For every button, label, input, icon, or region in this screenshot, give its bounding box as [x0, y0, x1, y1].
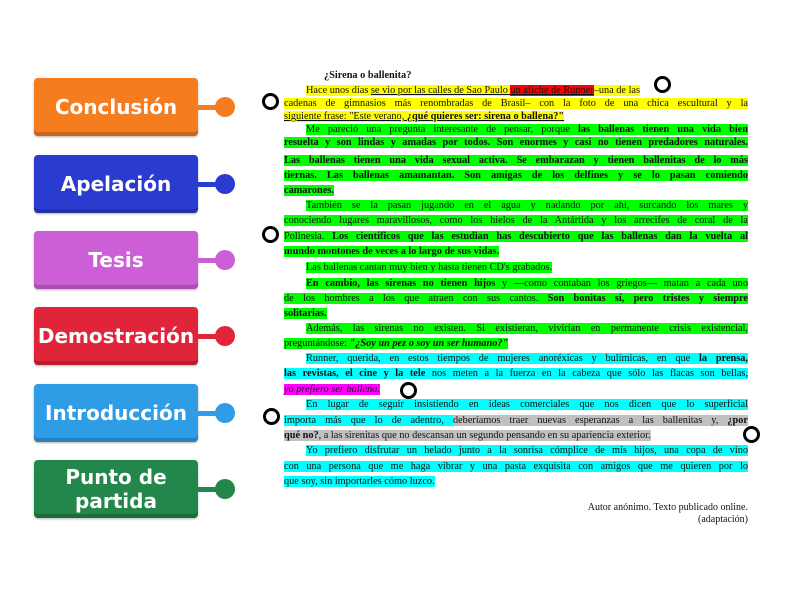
text-segment: importa más que lo de adentro, [284, 415, 453, 426]
text-segment: cadenas de gimnasios más renombradas de … [284, 98, 748, 109]
text-segment: las ballenas tienen una vida bien [577, 124, 748, 135]
drop-target-ring[interactable] [262, 226, 279, 243]
text-segment: se vio por las calles de Sao Paulo [370, 85, 511, 96]
label-introduccion[interactable]: Introducción [34, 384, 198, 442]
text-line: Las ballenas cantan muy bien y hasta tie… [284, 261, 748, 274]
text-segment: , a las sirenitas que no descansan un se… [318, 430, 651, 441]
drop-target-ring[interactable] [263, 408, 280, 425]
text-segment: –una de las [593, 85, 641, 96]
text-line: siguiente frase: "Este verano, ¿qué quie… [284, 110, 748, 123]
drop-target-ring[interactable] [654, 76, 671, 93]
text-line: importa más que lo de adentro, deberíamo… [284, 414, 749, 427]
text-segment: de los hombres a los que atraen con sus … [284, 293, 548, 304]
label-punto-de-partida[interactable]: Punto de partida [34, 460, 198, 518]
text-segment: que soy, sin importarles cómo luzco. [284, 476, 435, 487]
text-segment: y —como contaban los griegos— matan a ca… [495, 278, 748, 289]
text-segment: deberíamos traer nuevas esperanzas a las… [452, 415, 728, 426]
text-segment: yo prefiero ser ballena. [284, 384, 380, 395]
text-segment: nos meten a la fuerza en la cabeza que s… [425, 368, 748, 379]
text-segment: conociendo lugares maravillosos, como lo… [284, 215, 748, 226]
text-segment: Runner, querida, en estos tiempos de muj… [306, 353, 700, 364]
text-segment: qué no? [284, 430, 319, 441]
label-handle-dot[interactable] [215, 479, 235, 499]
text-line: En cambio, las sirenas no tienen hijos y… [284, 277, 748, 290]
text-line: preguntándose: "¿Soy un pez o soy un ser… [284, 337, 748, 350]
text-line: Además, las sirenas no existen. Si exist… [284, 322, 748, 335]
label-demostracion[interactable]: Demostración [34, 307, 198, 365]
text-segment: preguntándose: [284, 338, 350, 349]
text-segment: resuelta y son lindas y amadas por todos… [284, 137, 748, 148]
text-segment: Las ballenas tienen una vida sexual acti… [284, 155, 748, 166]
source-attribution: (adaptación) [698, 514, 748, 525]
text-line: Las ballenas tienen una vida sexual acti… [284, 154, 748, 167]
text-segment: También se la pasan jugando en el agua y… [306, 200, 748, 211]
text-segment: ¿qué quieres ser: sirena o ballena?" [406, 111, 565, 122]
text-segment: Yo prefiero disfrutar un helado junto a … [306, 445, 748, 456]
text-segment: ¿por [727, 415, 749, 426]
label-handle-dot[interactable] [215, 97, 235, 117]
text-segment: Los científicos que las estudian has des… [332, 231, 749, 242]
drop-target-ring[interactable] [400, 382, 417, 399]
text-line: Yo prefiero disfrutar un helado junto a … [284, 444, 748, 457]
text-line: resuelta y son lindas y amadas por todos… [284, 136, 748, 149]
text-segment: Me pareció una pregunta interesante de p… [306, 124, 578, 135]
text-segment: siguiente frase: "Este verano, [284, 111, 407, 122]
text-segment: Polinesia. [284, 231, 333, 242]
text-line: Polinesia. Los científicos que las estud… [284, 230, 749, 243]
text-line: Hace unos días se vio por las calles de … [284, 84, 748, 97]
label-tesis[interactable]: Tesis [34, 231, 198, 289]
text-line: Me pareció una pregunta interesante de p… [284, 123, 748, 136]
text-segment: En lugar de seguir insistiendo en ideas … [306, 399, 748, 410]
text-line: Runner, querida, en estos tiempos de muj… [284, 352, 748, 365]
text-segment: "¿Soy un pez o soy un ser humano?" [349, 338, 509, 349]
text-segment: un afiche de Runner [510, 85, 594, 96]
text-line: las revistas, el cine y la tele nos mete… [284, 367, 748, 380]
text-line: que soy, sin importarles cómo luzco. [284, 475, 748, 488]
text-segment: Además, las sirenas no existen. Si exist… [306, 323, 748, 334]
text-segment: mundo montones de veces a lo largo de su… [284, 246, 500, 257]
drop-target-ring[interactable] [743, 426, 760, 443]
label-handle-dot[interactable] [215, 174, 235, 194]
label-apelacion[interactable]: Apelación [34, 155, 198, 213]
text-line: En lugar de seguir insistiendo en ideas … [284, 398, 748, 411]
text-line: También se la pasan jugando en el agua y… [284, 199, 748, 212]
text-line: tiernas. Las ballenas amamantan. Son ami… [284, 169, 748, 182]
text-line: mundo montones de veces a lo largo de su… [284, 245, 748, 258]
text-line: de los hombres a los que atraen con sus … [284, 292, 748, 305]
label-handle-dot[interactable] [215, 403, 235, 423]
text-segment: solitarias. [284, 308, 327, 319]
text-segment: tiernas. Las ballenas amamantan. Son ami… [284, 170, 748, 181]
document-title: ¿Sirena o ballenita? [324, 70, 412, 81]
label-handle-dot[interactable] [215, 326, 235, 346]
text-line: qué no?, a las sirenitas que no descansa… [284, 429, 748, 442]
label-handle-dot[interactable] [215, 250, 235, 270]
text-segment: con una persona que me haga vibrar y una… [284, 461, 748, 472]
text-segment: Las ballenas cantan muy bien y hasta tie… [306, 262, 553, 273]
text-segment: En cambio, las sirenas no tienen hijos [306, 278, 496, 289]
source-attribution: Autor anónimo. Texto publicado online. [587, 502, 748, 513]
text-segment: la prensa, [699, 353, 748, 364]
text-line: yo prefiero ser ballena. [284, 383, 748, 396]
text-segment: camarones. [284, 185, 334, 196]
text-line: con una persona que me haga vibrar y una… [284, 460, 748, 473]
drop-target-ring[interactable] [262, 93, 279, 110]
text-line: camarones. [284, 184, 748, 197]
label-conclusion[interactable]: Conclusión [34, 78, 198, 136]
text-line: cadenas de gimnasios más renombradas de … [284, 97, 748, 110]
text-segment: Hace unos días [306, 85, 371, 96]
text-segment: Son bonitas sí, pero tristes y siempre [547, 293, 748, 304]
text-line: conociendo lugares maravillosos, como lo… [284, 214, 748, 227]
text-segment: las revistas, el cine y la tele [284, 368, 426, 379]
text-line: solitarias. [284, 307, 748, 320]
